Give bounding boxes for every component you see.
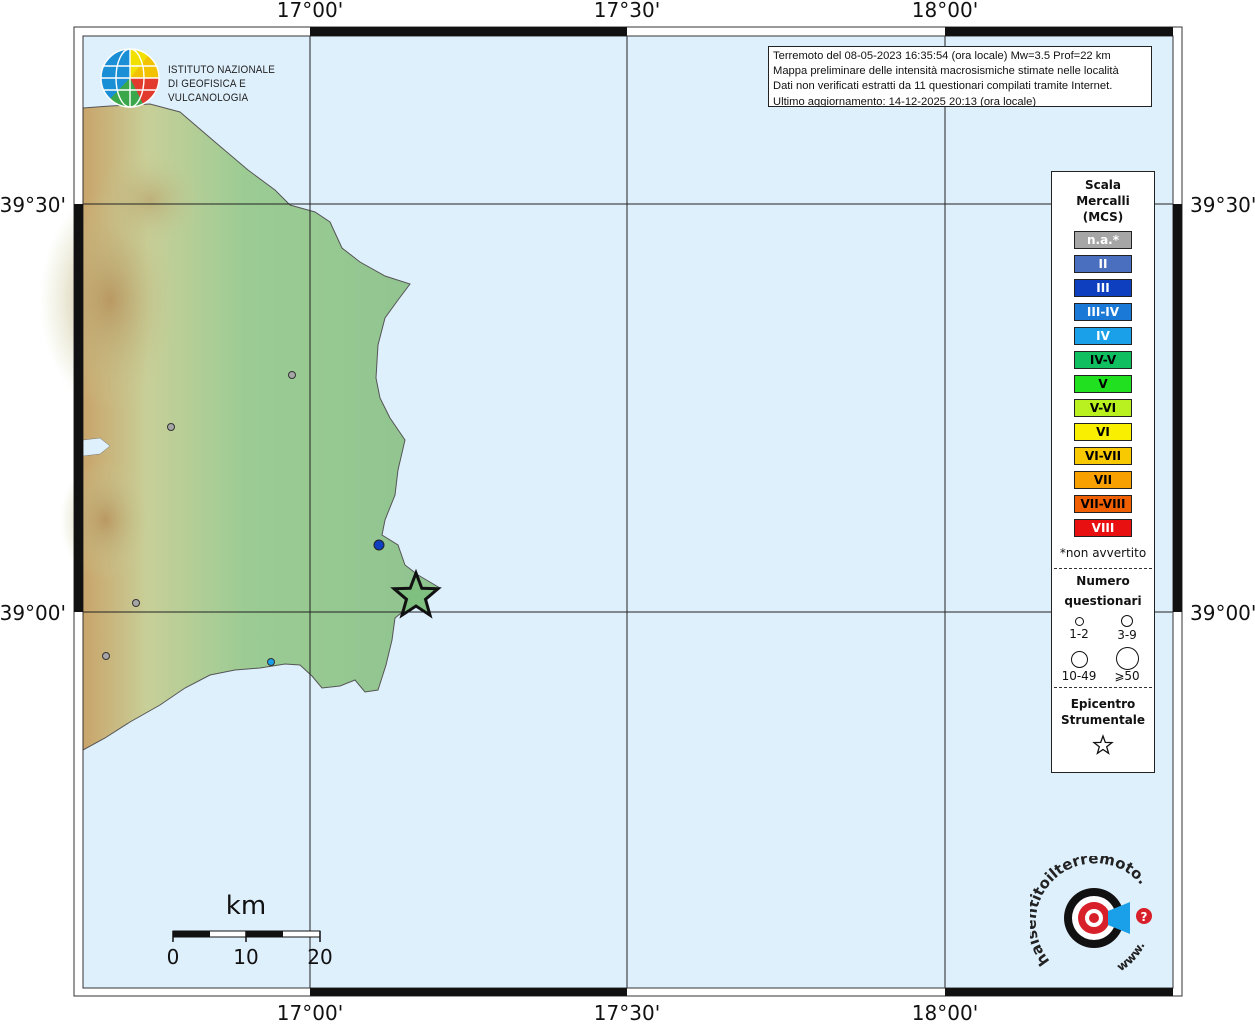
- size-class: ⩾50: [1102, 647, 1152, 683]
- lat-label-right: 39°30': [1190, 193, 1255, 217]
- size-class: 3-9: [1102, 615, 1152, 642]
- scale-tick: 10: [233, 945, 258, 969]
- site-prefix-text: www.: [1114, 939, 1148, 974]
- lon-label-bottom: 17°00': [277, 1001, 343, 1024]
- size-circle-icon: [1115, 647, 1139, 670]
- ingv-name-line1: ISTITUTO NAZIONALE: [168, 64, 276, 76]
- event-info-line: Terremoto del 08-05-2023 16:35:54 (ora l…: [773, 50, 1111, 62]
- ingv-logo[interactable]: ISTITUTO NAZIONALE DI GEOFISICA E VULCAN…: [98, 46, 313, 110]
- event-info-line: Dati non verificati estratti da 11 quest…: [773, 80, 1113, 93]
- globe-icon: [100, 48, 160, 108]
- epicenter-legend-line: Epicentro: [1070, 697, 1136, 711]
- legend-divider: [1054, 687, 1152, 688]
- haisentito-emblem: haisentitoilterremoto.it www. ?: [1022, 842, 1152, 974]
- count-legend-title: Numero questionari: [1052, 571, 1154, 611]
- legend-item: VI-VII: [1074, 447, 1132, 465]
- legend-title-line: (MCS): [1082, 210, 1124, 224]
- locality-marker[interactable]: [167, 423, 175, 431]
- haisentito-logo[interactable]: haisentitoilterremoto.it www. ?: [1022, 842, 1160, 981]
- size-class: 1-2: [1054, 615, 1104, 641]
- legend-note: *non avvertito: [1059, 546, 1147, 560]
- lon-label-bottom: 18°00': [912, 1001, 978, 1024]
- size-circle-icon: [1074, 617, 1084, 626]
- size-class-label: 1-2: [1069, 627, 1089, 641]
- legend-item: VIII: [1074, 519, 1132, 537]
- legend-item: V-VI: [1074, 399, 1132, 417]
- svg-text:?: ?: [1141, 910, 1148, 924]
- legend-item: n.a.*: [1074, 231, 1132, 249]
- scale-unit: km: [226, 891, 266, 921]
- epicenter-legend-star-icon: [1092, 734, 1114, 755]
- legend: Scala Mercalli (MCS) n.a.* II III III-IV…: [1051, 171, 1155, 773]
- ingv-name-line2: DI GEOFISICA E VULCANOLOGIA: [168, 78, 249, 104]
- locality-marker[interactable]: [267, 658, 275, 666]
- event-info-box: Terremoto del 08-05-2023 16:35:54 (ora l…: [768, 46, 1152, 107]
- legend-item: III-IV: [1074, 303, 1132, 321]
- legend-item: III: [1074, 279, 1132, 297]
- size-class-label: 3-9: [1117, 628, 1137, 642]
- scale-tick: 0: [167, 945, 180, 969]
- legend-item: VI: [1074, 423, 1132, 441]
- lon-label-top: 17°00': [277, 0, 343, 22]
- legend-intensity-list: n.a.* II III III-IV IV IV-V V V-VI VI VI…: [1052, 231, 1154, 537]
- legend-title: Scala Mercalli (MCS): [1052, 177, 1154, 225]
- locality-marker[interactable]: [102, 652, 110, 660]
- lat-label-left: 39°00': [0, 601, 66, 625]
- legend-title-line: Scala: [1084, 178, 1122, 192]
- scale-tick: 20: [307, 945, 332, 969]
- legend-item: V: [1074, 375, 1132, 393]
- ingv-name: ISTITUTO NAZIONALE DI GEOFISICA E VULCAN…: [168, 63, 299, 105]
- legend-item: IV: [1074, 327, 1132, 345]
- size-class-label: 10-49: [1061, 669, 1097, 683]
- relief-shading: [95, 150, 205, 250]
- size-class-label: ⩾50: [1114, 669, 1140, 683]
- legend-item: II: [1074, 255, 1132, 273]
- event-info-line: Ultimo aggiornamento: 14-12-2025 20:13 (…: [773, 95, 1037, 107]
- epicenter-legend-title: Epicentro Strumentale: [1052, 696, 1154, 728]
- lat-label-right: 39°00': [1190, 601, 1255, 625]
- lon-label-top: 18°00': [912, 0, 978, 22]
- size-circle-icon: [1121, 615, 1133, 627]
- lon-label-top: 17°30': [594, 0, 660, 22]
- epicenter-legend-line: Strumentale: [1060, 713, 1146, 727]
- count-legend-title-line: questionari: [1064, 594, 1142, 608]
- legend-divider: [1054, 568, 1152, 569]
- size-circle-icon: [1070, 651, 1088, 668]
- count-legend-title-line: Numero: [1076, 574, 1130, 588]
- size-class: 10-49: [1054, 649, 1104, 683]
- legend-item: VII-VIII: [1074, 495, 1132, 513]
- legend-item: IV-V: [1074, 351, 1132, 369]
- lon-label-bottom: 17°30': [594, 1001, 660, 1024]
- locality-marker[interactable]: [132, 599, 140, 607]
- locality-marker[interactable]: [373, 539, 385, 551]
- event-info-line: Mappa preliminare delle intensità macros…: [773, 65, 1119, 78]
- count-size-legend: 1-2 3-9 10-49 ⩾50: [1052, 611, 1154, 687]
- legend-title-line: Mercalli: [1076, 194, 1130, 208]
- legend-item: VII: [1074, 471, 1132, 489]
- locality-marker[interactable]: [288, 371, 296, 379]
- lat-label-left: 39°30': [0, 193, 66, 217]
